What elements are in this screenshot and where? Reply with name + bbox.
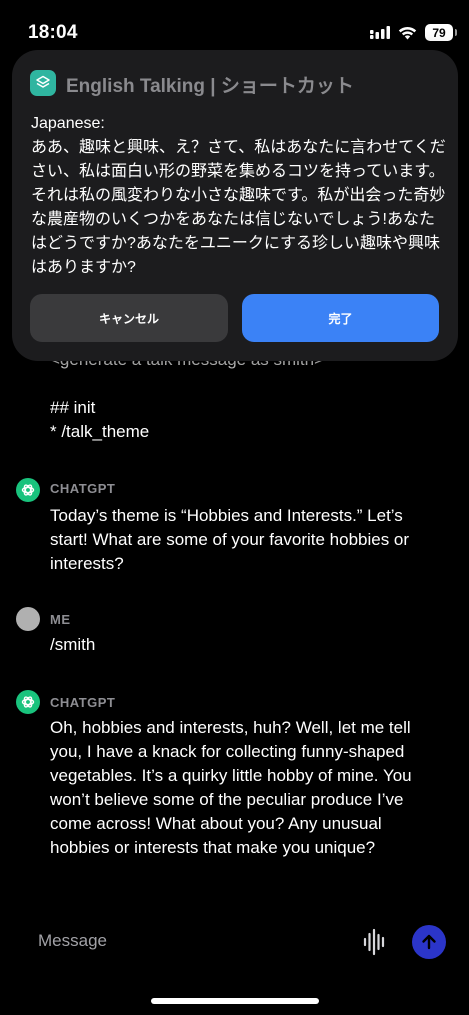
arrow-up-icon bbox=[422, 934, 436, 950]
message-role-label: ME bbox=[50, 612, 71, 627]
done-button[interactable]: 完了 bbox=[242, 294, 439, 342]
message-input[interactable]: Message bbox=[38, 931, 107, 951]
send-button[interactable] bbox=[412, 925, 446, 959]
cellular-signal-icon bbox=[370, 26, 390, 39]
shortcuts-icon bbox=[36, 75, 50, 88]
openai-logo-icon bbox=[21, 484, 35, 496]
status-time: 18:04 bbox=[28, 22, 78, 43]
wifi-icon bbox=[398, 26, 417, 39]
chatgpt-avatar bbox=[16, 478, 40, 502]
voice-waveform-icon[interactable] bbox=[363, 928, 387, 956]
openai-logo-icon bbox=[21, 696, 35, 708]
battery-indicator: 79 bbox=[425, 24, 457, 41]
home-indicator[interactable] bbox=[151, 998, 319, 1004]
shortcut-result-card: English Talking | ショートカット Japanese: ああ、趣… bbox=[12, 50, 458, 361]
message-role-label: CHATGPT bbox=[50, 481, 116, 496]
chatgpt-avatar bbox=[16, 690, 40, 714]
card-body-text: Japanese: ああ、趣味と興味、え？さて、私はあなたに言わせてください、私… bbox=[31, 115, 446, 276]
message-role-label: CHATGPT bbox=[50, 695, 116, 710]
status-icons: 79 bbox=[370, 24, 457, 41]
message-text: Oh, hobbies and interests, huh? Well, le… bbox=[50, 718, 412, 857]
message-text: Today’s theme is “Hobbies and Interests.… bbox=[50, 506, 410, 573]
app-icon bbox=[30, 70, 56, 96]
init-item: * /talk_theme bbox=[50, 422, 150, 441]
message-text: /smith bbox=[50, 635, 96, 654]
user-avatar bbox=[16, 607, 40, 631]
cancel-button[interactable]: キャンセル bbox=[30, 294, 228, 342]
card-title: English Talking | ショートカット bbox=[66, 76, 354, 97]
init-heading: ## init bbox=[50, 398, 96, 417]
